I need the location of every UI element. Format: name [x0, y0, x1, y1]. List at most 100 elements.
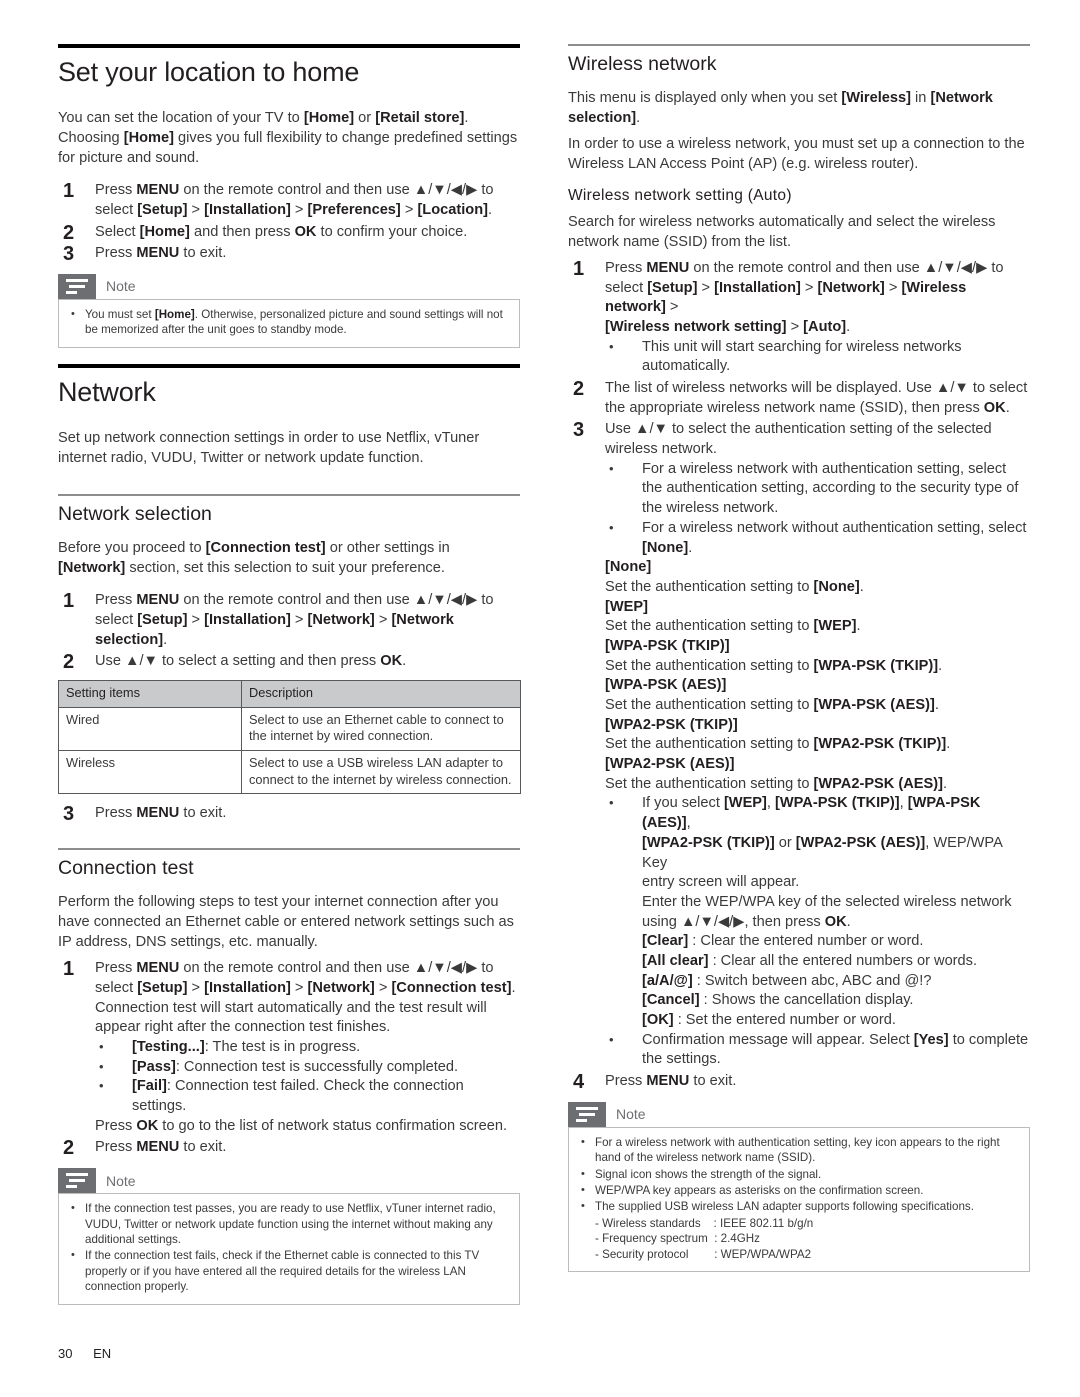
key-label: [Cancel]	[642, 992, 700, 1009]
wireless-setting-auto-title: Wireless network setting (Auto)	[568, 187, 792, 205]
bullet-icon: •	[99, 1058, 104, 1074]
wireless-network-para-1: This menu is displayed only when you set…	[568, 90, 993, 127]
table-header-cell: Setting items	[58, 680, 242, 708]
step-line: the appropriate wireless network name (S…	[605, 399, 1010, 416]
step-line: Press MENU on the remote control and the…	[95, 182, 494, 199]
note-item: • If the connection test passes, you are…	[69, 1201, 509, 1247]
auth-type-key: [WPA2-PSK (TKIP)]	[605, 716, 738, 733]
bullet-item: • If you select [WEP], [WPA-PSK (TKIP)],…	[605, 794, 1030, 1030]
step-number: 1	[63, 958, 75, 981]
connection-test-result-bullets: • [Testing...]: The test is in progress.…	[95, 1038, 520, 1117]
settings-table: Setting items Description Wired Select t…	[58, 680, 521, 795]
step-number: 2	[573, 378, 585, 401]
step-line: Press MENU on the remote control and the…	[95, 592, 494, 609]
step-number: 3	[573, 419, 585, 442]
wireless-key-entry-bullets: • If you select [WEP], [WPA-PSK (TKIP)],…	[605, 794, 1030, 1070]
step-line: Press MENU to exit.	[95, 245, 227, 262]
network-selection-final-step: 3 Press MENU to exit.	[58, 803, 520, 825]
step-item: 3 Press MENU to exit.	[58, 803, 520, 825]
bullet-icon: •	[71, 307, 75, 320]
step-line: Press MENU to exit.	[95, 805, 227, 822]
key-entry-line: If you select [WEP], [WPA-PSK (TKIP)], […	[642, 795, 981, 832]
bullet-icon: •	[609, 460, 614, 476]
step-number: 1	[573, 257, 585, 280]
page-footer: 30 EN	[58, 1346, 111, 1361]
location-intro-text: You can set the location of your TV to […	[58, 110, 518, 167]
table-header-row: Setting items Description	[58, 680, 521, 708]
note-item-text: Signal icon shows the strength of the si…	[595, 1167, 822, 1181]
bullet-icon: •	[609, 338, 614, 354]
step-line: The list of wireless networks will be di…	[605, 380, 1028, 397]
bullet-icon: •	[581, 1184, 585, 1197]
step-line: Press MENU on the remote control and the…	[605, 259, 1004, 276]
step-line: Connection test will start automatically…	[95, 999, 487, 1016]
note-icon	[58, 273, 96, 299]
page-title: Set your location to home	[58, 57, 360, 87]
step-number: 1	[63, 590, 75, 613]
note-label: Note	[106, 1172, 136, 1189]
note-item: • For a wireless network with authentica…	[579, 1135, 1019, 1166]
bullet-item: • For a wireless network with authentica…	[605, 460, 1030, 519]
spec-line: - Wireless standards : IEEE 802.11 b/g/n	[595, 1216, 814, 1230]
key-entry-line: Enter the WEP/WPA key of the selected wi…	[642, 893, 1012, 910]
wireless-network-title: Wireless network	[568, 53, 717, 75]
note-icon	[568, 1101, 606, 1127]
key-desc: : Shows the cancellation display.	[703, 992, 914, 1009]
connection-test-intro: Perform the following steps to test your…	[58, 894, 514, 951]
auth-type-key: [None]	[605, 559, 652, 576]
bullet-item: • [Testing...]: The test is in progress.	[95, 1038, 520, 1058]
key-desc: : Set the entered number or word.	[677, 1012, 896, 1029]
auth-type-desc: Set the authentication setting to [WPA-P…	[605, 697, 939, 714]
step-number: 2	[63, 651, 75, 674]
auth-type-desc: Set the authentication setting to [WPA2-…	[605, 736, 951, 753]
note-item: • If the connection test fails, check if…	[69, 1248, 509, 1294]
step-line: Use ▲/▼ to select a setting and then pre…	[95, 653, 407, 670]
note-label: Note	[106, 278, 136, 295]
step-line: wireless network.	[605, 441, 717, 458]
connection-test-title: Connection test	[58, 856, 194, 879]
left-column: Set your location to home You can set th…	[58, 44, 521, 1321]
bullet-icon: •	[71, 1202, 75, 1215]
bullet-text: [Pass]: Connection test is successfully …	[132, 1058, 459, 1075]
bullet-icon: •	[609, 1031, 614, 1047]
step-number: 3	[63, 243, 75, 266]
page-number: 30	[58, 1346, 73, 1361]
bullet-icon: •	[581, 1167, 585, 1180]
bullet-item: • [Pass]: Connection test is successfull…	[95, 1058, 520, 1078]
note-list: • If the connection test passes, you are…	[69, 1201, 509, 1294]
table-row: Wired Select to use an Ethernet cable to…	[58, 706, 521, 751]
note-box-wireless: Note • For a wireless network with authe…	[568, 1101, 1030, 1272]
step-line: select [Setup] > [Installation] > [Netwo…	[95, 612, 454, 648]
table-header-cell: Description	[241, 680, 521, 708]
key-label: [OK]	[642, 1012, 674, 1029]
location-steps: 1 Press MENU on the remote control and t…	[58, 180, 520, 265]
auth-type-desc: Set the authentication setting to [WEP].	[605, 618, 861, 635]
step-line: appear right after the connection test f…	[95, 1019, 391, 1036]
note-content: • You must set [Home]. Otherwise, person…	[58, 298, 520, 348]
key-desc: : Clear the entered number or word.	[692, 933, 924, 950]
bullet-text: [Fail]: Connection test failed. Check th…	[132, 1078, 464, 1115]
wireless-auto-step1-bullets: • This unit will start searching for wir…	[605, 338, 1030, 377]
network-selection-rule	[58, 493, 520, 496]
step-number: 1	[63, 180, 75, 203]
step-item: 4 Press MENU to exit.	[568, 1071, 1030, 1093]
step-line: select [Setup] > [Installation] > [Netwo…	[605, 279, 967, 316]
step-item: 1 Press MENU on the remote control and t…	[568, 257, 1030, 377]
bullet-icon: •	[71, 1249, 75, 1262]
network-selection-intro: Before you proceed to [Connection test] …	[58, 540, 450, 577]
key-label: [a/A/@]	[642, 972, 693, 989]
network-title: Network	[58, 376, 156, 407]
bullet-text: [Testing...]: The test is in progress.	[132, 1039, 361, 1056]
bullet-icon: •	[581, 1200, 585, 1213]
table-cell-description: Select to use an Ethernet cable to conne…	[241, 706, 521, 751]
key-label: [Clear]	[642, 933, 689, 950]
step-line: select [Setup] > [Installation] > [Prefe…	[95, 201, 493, 218]
wireless-network-para-2: In order to use a wireless network, you …	[568, 136, 1025, 173]
bullet-icon: •	[609, 519, 614, 535]
note-item: • WEP/WPA key appears as asterisks on th…	[579, 1183, 1019, 1198]
note-item-text: If the connection test passes, you are r…	[85, 1202, 496, 1246]
auth-type-desc: Set the authentication setting to [WPA2-…	[605, 775, 948, 792]
note-box-connection-test: Note • If the connection test passes, yo…	[58, 1168, 520, 1305]
wireless-auto-steps: 1 Press MENU on the remote control and t…	[568, 257, 1030, 1093]
note-box-location: Note • You must set [Home]. Otherwise, p…	[58, 273, 520, 348]
